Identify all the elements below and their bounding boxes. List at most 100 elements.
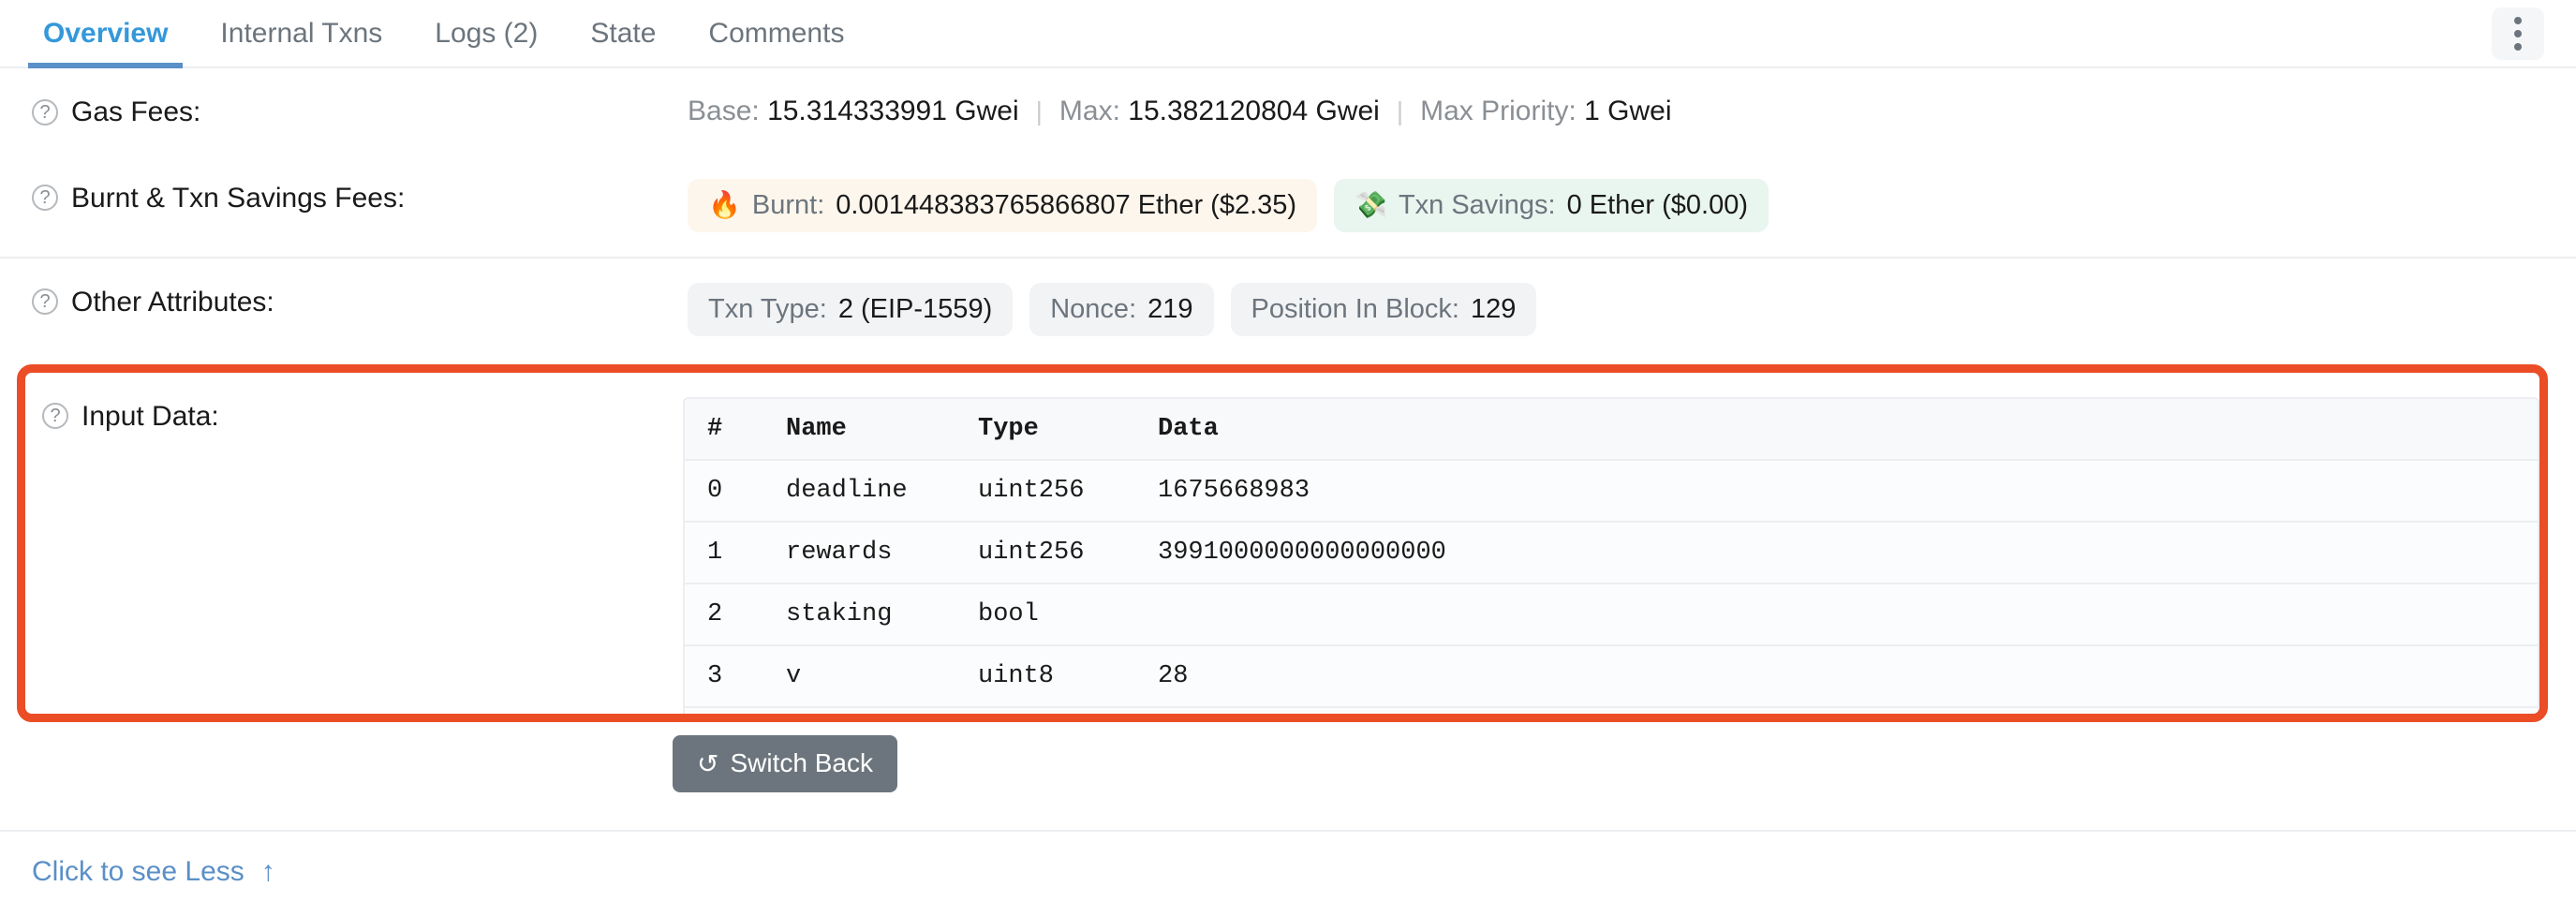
- gas-base: Base: 15.314333991 Gwei: [688, 93, 1019, 129]
- fire-icon: 🔥: [708, 192, 741, 218]
- txn-type-value: 2 (EIP-1559): [838, 294, 992, 325]
- table-header-row: # Name Type Data: [685, 399, 2538, 460]
- txn-savings-badge: 💸 Txn Savings: 0 Ether ($0.00): [1334, 179, 1769, 232]
- cell-name: staking: [786, 584, 978, 645]
- tab-state[interactable]: State: [564, 0, 682, 66]
- cell-type: bool: [978, 584, 1158, 645]
- cell-data: 0x8ccc6defd9530d86461ec3e29d09258fa503ef…: [1158, 707, 2538, 721]
- burnt-savings-value: 🔥 Burnt: 0.001448383765866807 Ether ($2.…: [688, 179, 2576, 232]
- other-attributes-label-group: ? Other Attributes:: [32, 283, 688, 320]
- input-data-label-group: ? Input Data:: [42, 397, 683, 435]
- switch-back-row: ↺ Switch Back: [0, 722, 2576, 792]
- nonce-badge: Nonce: 219: [1029, 283, 1213, 336]
- kebab-menu-icon[interactable]: [2492, 7, 2544, 60]
- input-data-table: # Name Type Data 0 deadline uint256 1675…: [685, 399, 2538, 721]
- help-icon[interactable]: ?: [42, 403, 68, 429]
- tab-comments-label: Comments: [708, 18, 844, 50]
- table-row: 4 r bytes32 0x8ccc6defd9530d86461ec3e29d…: [685, 707, 2538, 721]
- cell-data: [1158, 584, 2538, 645]
- position-in-block-value: 129: [1471, 294, 1516, 325]
- burnt-savings-row: ? Burnt & Txn Savings Fees: 🔥 Burnt: 0.0…: [0, 155, 2576, 259]
- cell-index: 3: [685, 645, 786, 707]
- cell-data: 28: [1158, 645, 2538, 707]
- click-to-see-less-link[interactable]: Click to see Less ↑: [32, 856, 275, 888]
- cell-type: uint256: [978, 460, 1158, 522]
- tab-logs[interactable]: Logs (2): [408, 0, 564, 66]
- tab-bar: Overview Internal Txns Logs (2) State Co…: [0, 0, 2576, 68]
- cell-data: 1675668983: [1158, 460, 2538, 522]
- input-data-table-head: # Name Type Data: [685, 399, 2538, 460]
- cell-name: r: [786, 707, 978, 721]
- gas-divider: |: [1380, 96, 1420, 126]
- input-data-label: Input Data:: [81, 399, 219, 435]
- input-data-highlight-box: ? Input Data: # Name Type Data: [17, 364, 2548, 722]
- switch-back-label: Switch Back: [730, 748, 873, 778]
- other-attributes-row: ? Other Attributes: Txn Type: 2 (EIP-155…: [0, 259, 2576, 361]
- cell-index: 4: [685, 707, 786, 721]
- cell-data: 3991000000000000000: [1158, 522, 2538, 584]
- gas-base-value: 15.314333991 Gwei: [767, 96, 1019, 126]
- transaction-details-page: Overview Internal Txns Logs (2) State Co…: [0, 0, 2576, 916]
- input-data-row: ? Input Data: # Name Type Data: [25, 373, 2539, 714]
- money-flying-icon: 💸: [1355, 192, 1387, 218]
- help-icon[interactable]: ?: [32, 288, 58, 315]
- txn-savings-label: Txn Savings:: [1399, 190, 1556, 221]
- txn-savings-value: 0 Ether ($0.00): [1567, 190, 1748, 221]
- other-attributes-label: Other Attributes:: [71, 285, 274, 320]
- column-header-index: #: [685, 399, 786, 460]
- tab-internal-txns[interactable]: Internal Txns: [194, 0, 408, 66]
- cell-index: 2: [685, 584, 786, 645]
- input-data-table-body: 0 deadline uint256 1675668983 1 rewards …: [685, 460, 2538, 721]
- table-row: 0 deadline uint256 1675668983: [685, 460, 2538, 522]
- gas-fees-value: Base: 15.314333991 Gwei | Max: 15.382120…: [688, 93, 2576, 129]
- other-attributes-value: Txn Type: 2 (EIP-1559) Nonce: 219 Positi…: [688, 283, 2576, 336]
- tab-logs-label: Logs (2): [435, 18, 538, 50]
- table-row: 3 v uint8 28: [685, 645, 2538, 707]
- gas-max: Max: 15.382120804 Gwei: [1059, 93, 1380, 129]
- tab-overview-label: Overview: [43, 18, 168, 50]
- column-header-type: Type: [978, 399, 1158, 460]
- position-in-block-label: Position In Block:: [1251, 294, 1459, 325]
- burnt-savings-label-group: ? Burnt & Txn Savings Fees:: [32, 179, 688, 216]
- tab-list: Overview Internal Txns Logs (2) State Co…: [17, 0, 870, 66]
- position-in-block-badge: Position In Block: 129: [1231, 283, 1537, 336]
- input-data-table-scroll[interactable]: # Name Type Data 0 deadline uint256 1675…: [683, 397, 2539, 721]
- txn-type-label: Txn Type:: [708, 294, 827, 325]
- gas-divider: |: [1019, 96, 1059, 126]
- switch-back-spacer: [32, 735, 673, 792]
- switch-back-button[interactable]: ↺ Switch Back: [673, 735, 897, 792]
- burnt-badge-value: 0.001448383765866807 Ether ($2.35): [836, 190, 1296, 221]
- cell-name: deadline: [786, 460, 978, 522]
- gas-max-label: Max:: [1059, 96, 1120, 126]
- kebab-dot: [2514, 17, 2522, 24]
- footer: Click to see Less ↑: [0, 830, 2576, 888]
- arrow-up-icon: ↑: [261, 856, 275, 888]
- cell-type: uint8: [978, 645, 1158, 707]
- cell-index: 0: [685, 460, 786, 522]
- gas-base-label: Base:: [688, 96, 760, 126]
- column-header-name: Name: [786, 399, 978, 460]
- gas-max-priority-label: Max Priority:: [1420, 96, 1577, 126]
- burnt-badge-label: Burnt:: [752, 190, 824, 221]
- help-icon[interactable]: ?: [32, 99, 58, 126]
- gas-max-priority: Max Priority: 1 Gwei: [1420, 93, 1671, 129]
- kebab-dot: [2514, 43, 2522, 51]
- cell-name: rewards: [786, 522, 978, 584]
- burnt-badge: 🔥 Burnt: 0.001448383765866807 Ether ($2.…: [688, 179, 1317, 232]
- cell-type: uint256: [978, 522, 1158, 584]
- cell-index: 1: [685, 522, 786, 584]
- kebab-dot: [2514, 30, 2522, 37]
- nonce-label: Nonce:: [1050, 294, 1136, 325]
- tab-comments[interactable]: Comments: [682, 0, 870, 66]
- gas-max-value: 15.382120804 Gwei: [1128, 96, 1380, 126]
- burnt-savings-label: Burnt & Txn Savings Fees:: [71, 181, 405, 216]
- cell-type: bytes32: [978, 707, 1158, 721]
- gas-fees-label-group: ? Gas Fees:: [32, 93, 688, 130]
- gas-fees-row: ? Gas Fees: Base: 15.314333991 Gwei | Ma…: [0, 68, 2576, 155]
- help-icon[interactable]: ?: [32, 185, 58, 211]
- table-row: 2 staking bool: [685, 584, 2538, 645]
- gas-max-priority-value: 1 Gwei: [1584, 96, 1671, 126]
- nonce-value: 219: [1147, 294, 1192, 325]
- tab-overview[interactable]: Overview: [17, 0, 194, 66]
- tab-internal-txns-label: Internal Txns: [220, 18, 382, 50]
